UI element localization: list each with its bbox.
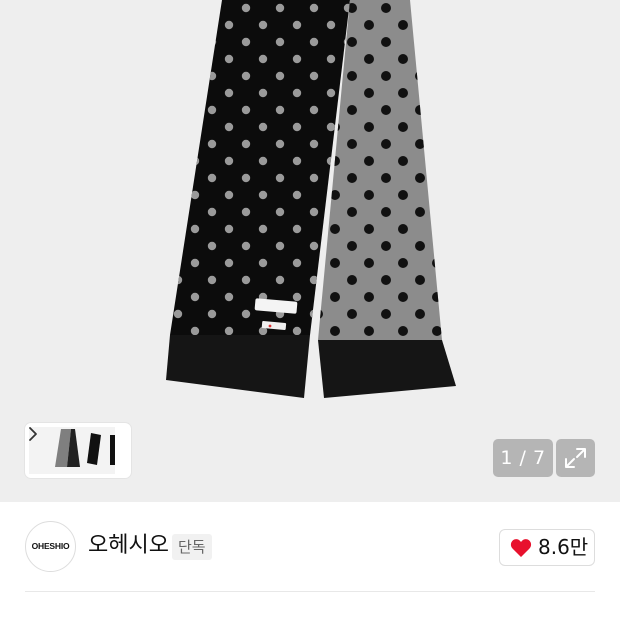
- brand-name[interactable]: 오헤시오: [88, 532, 169, 560]
- chevron-right-icon: [29, 427, 37, 441]
- expand-icon: [565, 448, 586, 468]
- image-counter: 1 / 7: [493, 439, 553, 477]
- brand-logo-text: OHESHIO: [31, 541, 70, 551]
- brand-row: OHESHIO 오헤시오 단독 8.6만: [0, 502, 620, 591]
- exclusive-badge: 단독: [172, 534, 212, 560]
- expand-button[interactable]: [556, 439, 595, 477]
- brand-logo[interactable]: OHESHIO: [25, 521, 76, 572]
- heart-icon: [510, 539, 532, 557]
- like-button[interactable]: 8.6만: [499, 529, 595, 566]
- divider: [25, 591, 595, 592]
- like-count: 8.6만: [538, 535, 589, 559]
- thumbnail-strip[interactable]: [25, 423, 131, 478]
- product-image-gallery[interactable]: 1 / 7: [0, 0, 620, 502]
